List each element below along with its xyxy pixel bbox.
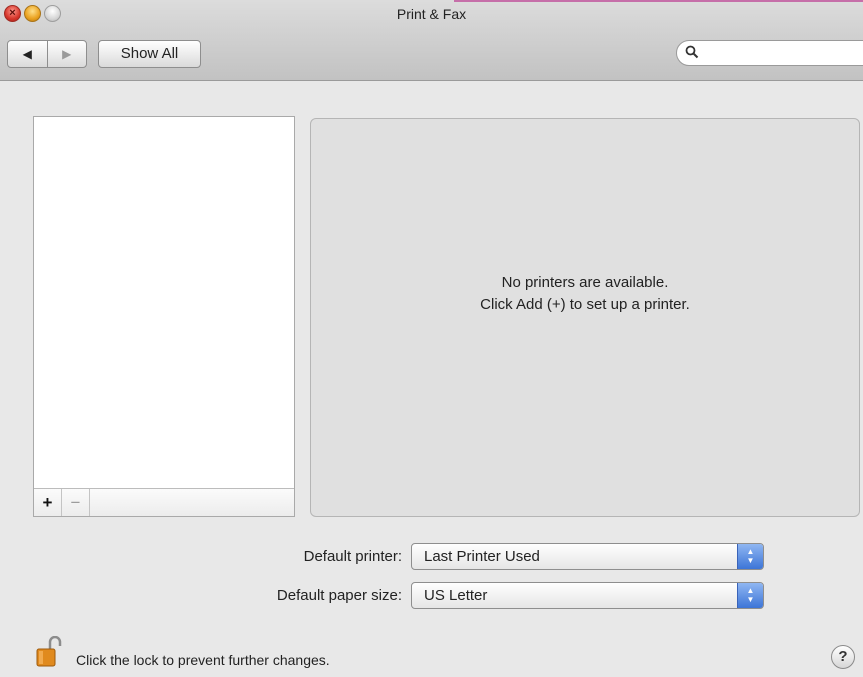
printer-list-footer: + −	[34, 488, 294, 516]
window-title: Print & Fax	[396, 6, 467, 22]
no-printers-message: No printers are available.	[501, 274, 669, 291]
search-input[interactable]	[707, 44, 863, 64]
add-printer-hint: Click Add (+) to set up a printer.	[480, 296, 690, 313]
preferences-window: × Print & Fax ◀ ▶ Show All + − No printe…	[0, 0, 863, 677]
lock-icon[interactable]	[36, 635, 62, 668]
default-printer-popup[interactable]: Last Printer Used ▲ ▼	[411, 543, 764, 570]
forward-arrow-icon: ▶	[62, 47, 72, 61]
add-printer-button[interactable]: +	[34, 489, 62, 516]
default-printer-value: Last Printer Used	[424, 548, 540, 565]
title-bar: × Print & Fax ◀ ▶ Show All	[0, 0, 863, 81]
printer-list[interactable]: + −	[33, 116, 295, 517]
forward-button[interactable]: ▶	[46, 41, 87, 67]
title-accent-bar	[454, 0, 863, 2]
default-printer-label: Default printer:	[303, 548, 402, 565]
navigation-buttons: ◀ ▶	[7, 40, 87, 68]
back-arrow-icon: ◀	[22, 47, 32, 61]
show-all-button[interactable]: Show All	[98, 40, 201, 68]
chevron-up-down-icon: ▲ ▼	[737, 544, 763, 569]
back-button[interactable]: ◀	[8, 41, 47, 67]
printer-details-panel: No printers are available. Click Add (+)…	[310, 118, 860, 517]
lock-status-text: Click the lock to prevent further change…	[76, 652, 330, 668]
search-icon	[685, 45, 699, 63]
default-paper-size-label: Default paper size:	[276, 587, 402, 604]
default-paper-size-value: US Letter	[424, 587, 488, 604]
chevron-up-down-icon: ▲ ▼	[737, 583, 763, 608]
search-field[interactable]	[676, 40, 863, 66]
remove-printer-button[interactable]: −	[62, 489, 90, 516]
help-button[interactable]: ?	[831, 645, 855, 669]
default-paper-size-popup[interactable]: US Letter ▲ ▼	[411, 582, 764, 609]
